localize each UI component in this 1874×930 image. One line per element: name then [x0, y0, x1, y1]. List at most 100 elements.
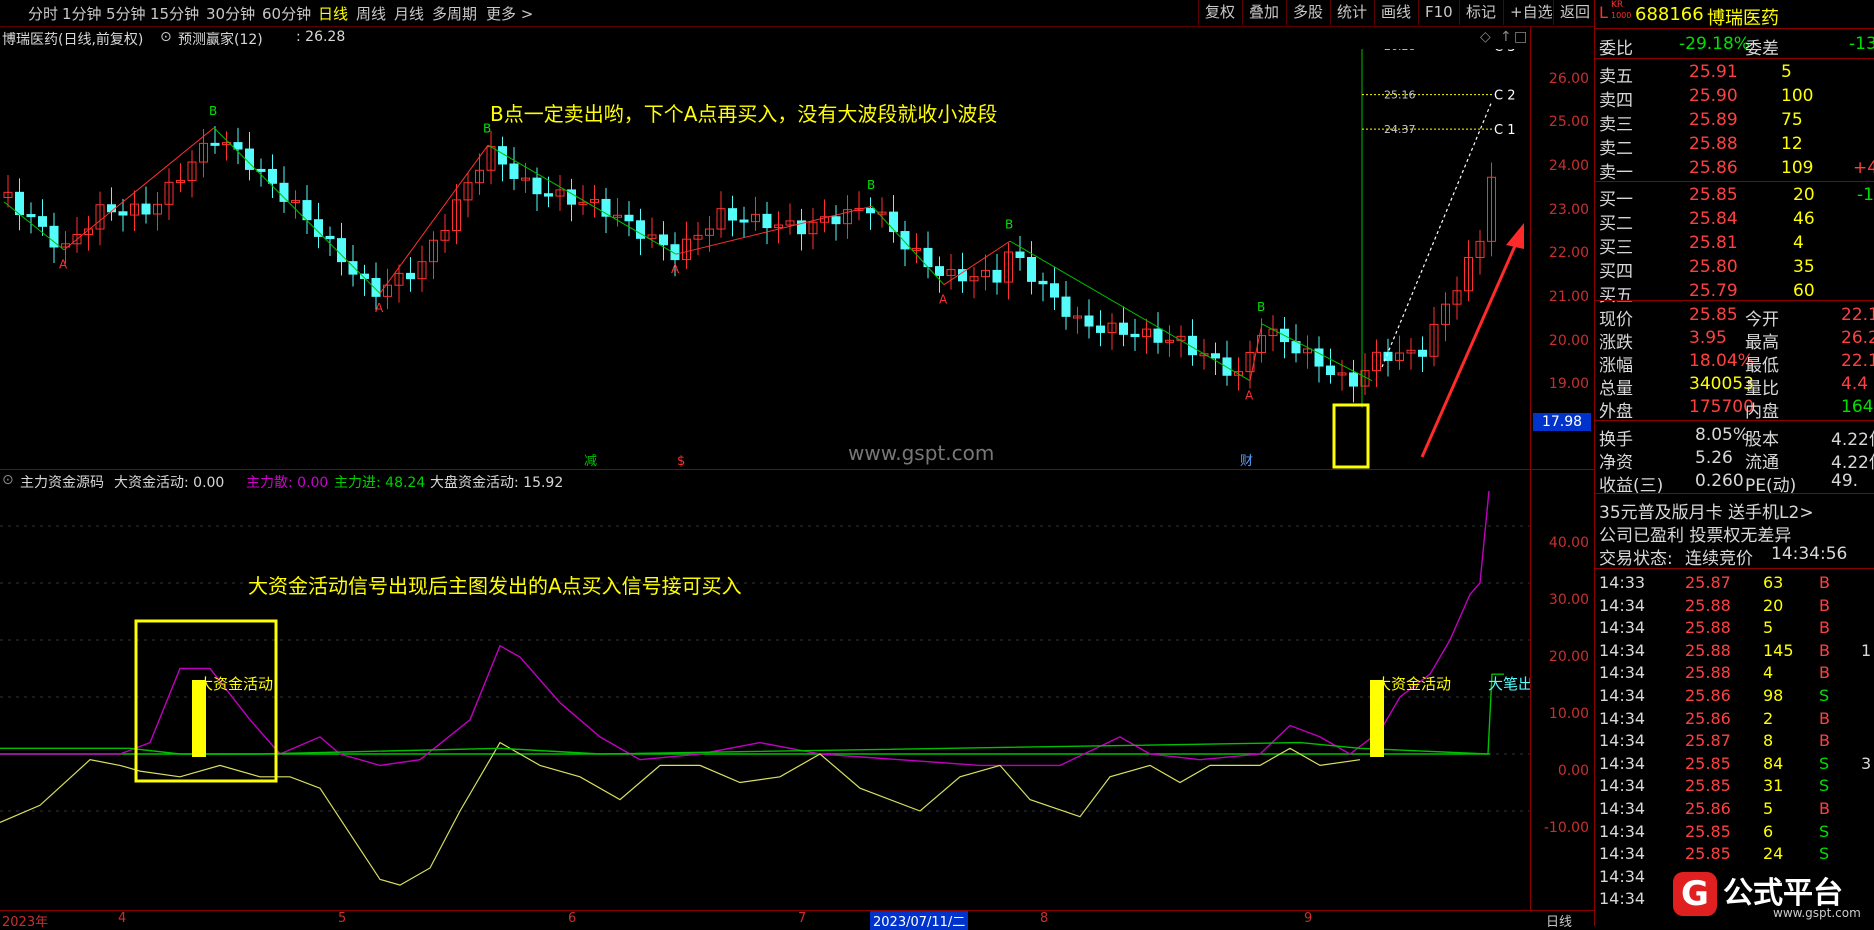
diamond-icon[interactable]: ◇ [1480, 29, 1491, 45]
stock-name[interactable]: 博瑞医药 [1707, 4, 1779, 30]
watermark: www.gspt.com [848, 441, 994, 465]
sub-title[interactable]: 主力资金源码 [20, 472, 104, 492]
bid-row: 买二 25.84 46 [1599, 209, 1815, 234]
bid-row: 买一 25.85 20 -1 [1599, 185, 1874, 210]
tab-30min[interactable]: 30分钟 [206, 3, 255, 24]
candle-body [141, 203, 151, 215]
candle-body [739, 219, 749, 223]
candle-body [762, 213, 772, 229]
sub-toggle-icon[interactable]: ⊙ [2, 472, 14, 488]
candle-body [406, 272, 415, 280]
buy-signal-a: A [939, 292, 948, 306]
big-funds-label: 大资金活动 [1376, 675, 1451, 693]
tab-1min[interactable]: 1分钟 [62, 3, 102, 24]
stock-code[interactable]: 688166 [1635, 4, 1704, 25]
indicator-value: : 26.28 [296, 29, 346, 45]
logo-url: www.gspt.com [1773, 906, 1861, 920]
tab-daily[interactable]: 日线 [318, 3, 348, 24]
tab-15min[interactable]: 15分钟 [150, 3, 199, 24]
price-tick: 20.00 [1548, 333, 1589, 349]
stat-row: 总量 340053 量比 4.4 [1599, 374, 1869, 399]
target-label: C 2 [1494, 89, 1515, 104]
candlestick-chart[interactable]: AAAAABBBBB 26.28C 325.16C 224.37C 1 B点一定… [0, 49, 1530, 469]
trade-row: 14:34 25.88 20 B [1599, 595, 1830, 615]
tab-5min[interactable]: 5分钟 [106, 3, 146, 24]
candle-body [302, 200, 312, 221]
tab-60min[interactable]: 60分钟 [262, 3, 311, 24]
fund-flow-chart[interactable]: 大资金活动 大资金活动 大笔出 大资金活动信号出现后主图发出的A点买入信号接可买… [0, 491, 1530, 911]
sell-signal-b: B [209, 104, 217, 118]
f10-button[interactable]: F10 [1418, 0, 1459, 25]
period-toolbar: 分时 1分钟 5分钟 15分钟 30分钟 60分钟 日线 周线 月线 多周期 更… [0, 0, 1594, 27]
sub-tick: 30.00 [1548, 592, 1589, 608]
tab-more[interactable]: 更多 > [486, 3, 533, 24]
tab-monthly[interactable]: 月线 [394, 3, 424, 24]
ask-row: 卖二 25.88 12 [1599, 134, 1803, 159]
trade-row: 14:34 25.85 6 S [1599, 821, 1830, 841]
trade-row: 14:34 25.88 145 B 1 [1599, 640, 1872, 660]
indicator-name[interactable]: 预测赢家(12) [178, 29, 263, 49]
event-marker-reduce: 减 [584, 454, 597, 469]
tab-multi-period[interactable]: 多周期 [432, 3, 477, 24]
ask-row: 卖三 25.89 75 [1599, 110, 1803, 135]
candle-body [532, 177, 542, 195]
date-cursor-label: 2023/07/11/二 [870, 911, 969, 930]
restore-rights-button[interactable]: 复权 [1198, 0, 1241, 25]
candle-body [889, 211, 898, 233]
statistics-button[interactable]: 统计 [1330, 0, 1373, 25]
stat-row: 涨跌 3.95 最高 26.2 [1599, 328, 1874, 353]
candle-body [866, 207, 875, 214]
zigzag-segment [1261, 323, 1373, 382]
date-label: 8 [1040, 911, 1049, 926]
candle-body [935, 266, 944, 276]
buy-signal-a: A [375, 301, 384, 315]
candle-body [118, 211, 128, 216]
candle-body [26, 214, 36, 218]
tab-weekly[interactable]: 周线 [356, 3, 386, 24]
back-button[interactable]: 返回 [1553, 0, 1596, 25]
draw-line-button[interactable]: 画线 [1374, 0, 1417, 25]
badge-top: KR [1611, 0, 1624, 10]
candle-body [624, 214, 634, 222]
candle-body [958, 269, 967, 282]
stat-row: 涨幅 18.04% 最低 22.1 [1599, 351, 1874, 376]
sub-tick: 20.00 [1548, 649, 1589, 665]
market-fund-line [0, 741, 1361, 886]
indicator-toggle-icon[interactable]: ⊙ [160, 29, 172, 45]
buy-signal-a: A [1245, 388, 1254, 402]
tab-fenshi[interactable]: 分时 [28, 3, 58, 24]
mark-button[interactable]: 标记 [1459, 0, 1502, 25]
stat-row: 换手8.05%股本4.22亿 [1599, 425, 1874, 450]
close-pane-icon[interactable]: □ [1514, 29, 1527, 45]
ask-row: 卖五 25.91 5 [1599, 62, 1792, 87]
candle-body [1119, 322, 1128, 335]
trade-row: 14:34 25.85 24 S [1599, 844, 1830, 864]
big-order-label: 大笔出 [1488, 675, 1530, 693]
main-chart-info-bar: 博瑞医药(日线,前复权) ⊙ 预测赢家(12) : 26.28 ◇ ↑ □ [0, 27, 1530, 49]
zigzag-segment [487, 144, 677, 255]
candle-body [831, 216, 841, 225]
badge-bottom: 1000 [1611, 11, 1632, 20]
candle-body [1326, 365, 1335, 376]
candle-body [1418, 349, 1427, 357]
ask-row: 卖一 25.86 109 +4 [1599, 158, 1874, 183]
stat-row: 净资5.26流通4.22亿 [1599, 448, 1874, 473]
sell-signal-b: B [1005, 217, 1013, 231]
candle-body [210, 142, 220, 146]
up-arrow-icon[interactable]: ↑ [1500, 29, 1512, 45]
status-row: 交易状态: 连续竞价 14:34:56 [1599, 544, 1848, 569]
date-axis: 2023年 4 5 6 7 2023/07/11/二 8 9 日线 [0, 910, 1594, 930]
candle-body [371, 277, 381, 297]
overlay-button[interactable]: 叠加 [1242, 0, 1285, 25]
logo-block: G 公式平台 www.gspt.com [1669, 866, 1874, 922]
date-label: 7 [798, 911, 807, 926]
candle-body [38, 216, 47, 227]
candle-body [1038, 280, 1048, 285]
candle-body [992, 269, 1002, 283]
multi-stock-button[interactable]: 多股 [1286, 0, 1329, 25]
sub-tick: -10.00 [1543, 820, 1589, 836]
market-activity-value: 大盘资金活动: 15.92 [430, 475, 564, 491]
add-watchlist-button[interactable]: +自选 [1503, 0, 1559, 25]
target-value: 24.37 [1384, 123, 1416, 136]
price-tick: 25.00 [1548, 114, 1589, 130]
